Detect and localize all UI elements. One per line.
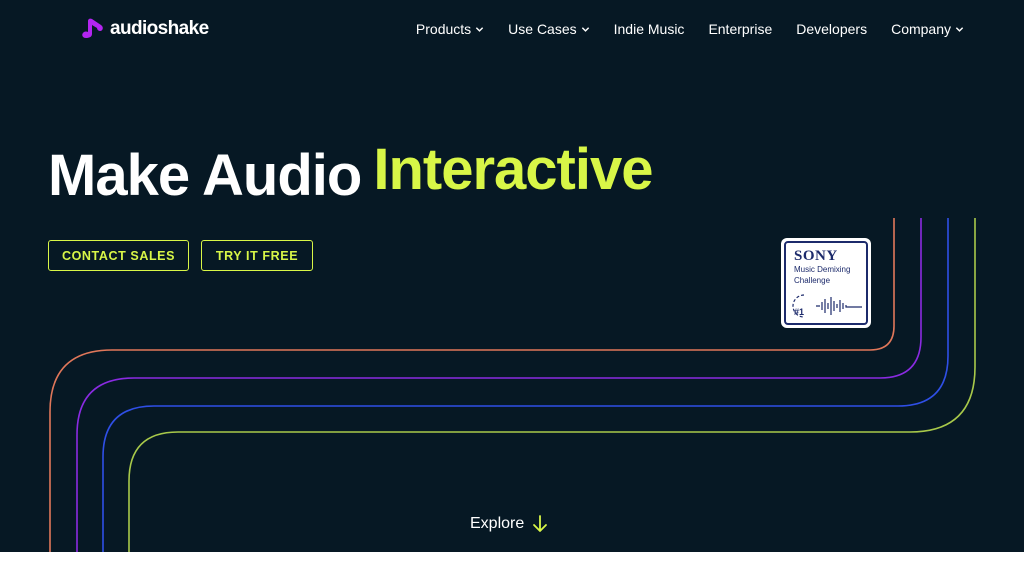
brand-name: audioshake [110,18,209,39]
badge-brand: SONY [794,248,838,264]
badge-frame: SONY Music Demixing Challenge #1 [784,241,868,325]
nav-item-label: Use Cases [508,21,577,37]
nav-item-label: Developers [796,21,868,37]
nav-item-products[interactable]: Products [416,20,484,38]
badge-line-2: Challenge [794,276,831,285]
nav-item-use-cases[interactable]: Use Cases [508,20,589,38]
sony-award-badge: SONY Music Demixing Challenge #1 [781,238,871,328]
nav-item-company[interactable]: Company [891,20,964,38]
audioshake-logo-icon [82,18,103,38]
chevron-down-icon [955,26,964,32]
nav-item-enterprise[interactable]: Enterprise [708,20,772,38]
brand-logo[interactable]: audioshake [80,16,209,42]
explore-link[interactable]: Explore [470,515,548,533]
nav-item-label: Enterprise [708,21,773,37]
arrow-down-icon [533,515,548,532]
hero-section: audioshake Products Use Cases Indie Musi… [0,0,1024,552]
main-nav: Products Use Cases Indie Music Enterpris… [416,20,964,38]
hero-headline: Make Audio Interactive [48,137,654,209]
contact-sales-button[interactable]: CONTACT SALES [48,240,189,271]
nav-item-developers[interactable]: Developers [796,20,867,38]
headline-accent: Interactive [373,137,653,202]
headline-primary: Make Audio [48,143,362,208]
badge-rank: #1 [794,307,805,317]
explore-label: Explore [470,515,525,532]
try-it-free-button[interactable]: TRY IT FREE [201,240,313,271]
nav-item-label: Indie Music [613,21,685,37]
nav-item-indie-music[interactable]: Indie Music [614,20,685,38]
chevron-down-icon [475,26,484,32]
nav-item-label: Company [891,21,951,37]
badge-line-1: Music Demixing [794,265,851,274]
nav-item-label: Products [415,21,472,37]
chevron-down-icon [581,26,589,32]
